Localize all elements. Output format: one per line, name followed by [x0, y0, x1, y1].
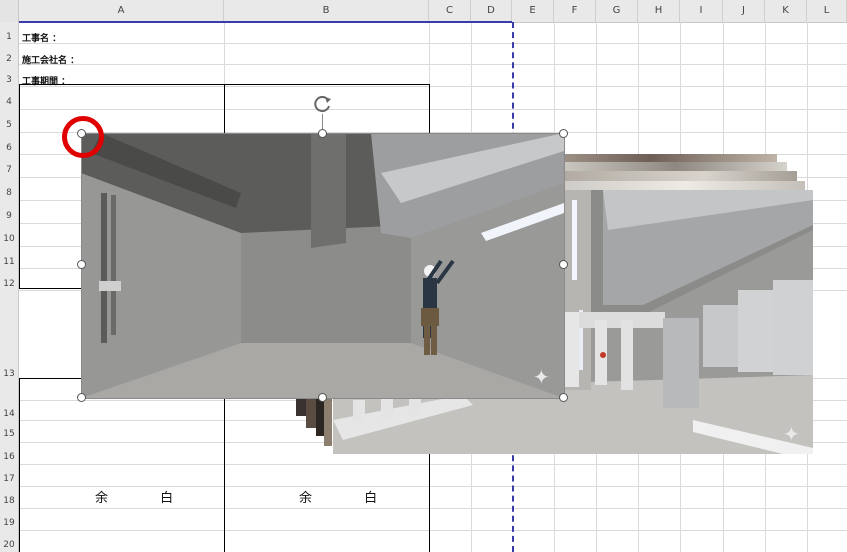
row-header-6[interactable]: 6 — [0, 143, 18, 153]
ai-sparkle-icon: ✦ — [783, 422, 800, 446]
row-header-5[interactable]: 5 — [0, 120, 18, 130]
column-header-f[interactable]: F — [554, 0, 596, 22]
row-header-15[interactable]: 15 — [0, 429, 18, 439]
project-name-label: 工事名 ： — [22, 34, 62, 44]
resize-handle-left[interactable] — [77, 260, 86, 269]
rotate-handle-icon[interactable] — [313, 94, 333, 118]
column-header-a[interactable]: A — [19, 0, 224, 22]
row-header-18[interactable]: 18 — [0, 496, 18, 506]
row-header-12[interactable]: 12 — [0, 279, 18, 289]
column-header-j[interactable]: J — [723, 0, 765, 22]
row-header-4[interactable]: 4 — [0, 97, 18, 107]
row-header: 1 2 3 4 5 6 7 8 9 10 11 12 13 14 15 16 1… — [0, 22, 19, 552]
row-header-2[interactable]: 2 — [0, 54, 18, 64]
blank-cell-right: 余 白 — [299, 491, 402, 506]
row-header-8[interactable]: 8 — [0, 188, 18, 198]
resize-handle-top[interactable] — [318, 129, 327, 138]
column-header-i[interactable]: I — [680, 0, 723, 22]
row-header-19[interactable]: 19 — [0, 518, 18, 528]
select-all-corner[interactable] — [0, 0, 19, 22]
column-header-b[interactable]: B — [224, 0, 429, 22]
stacked-photo-edge[interactable] — [565, 171, 797, 181]
column-header: A B C D E F G H I J K L — [0, 0, 847, 23]
row-header-17[interactable]: 17 — [0, 474, 18, 484]
column-header-l[interactable]: L — [807, 0, 847, 22]
photo-box-a-bottom — [19, 378, 225, 552]
row-header-14[interactable]: 14 — [0, 409, 18, 419]
row-header-3[interactable]: 3 — [0, 75, 18, 85]
stacked-photo-edge[interactable] — [296, 396, 306, 416]
row-header-13[interactable]: 13 — [0, 369, 18, 379]
column-header-c[interactable]: C — [429, 0, 471, 22]
stacked-photo-edge[interactable] — [306, 396, 316, 428]
resize-handle-top-right[interactable] — [559, 129, 568, 138]
selection-frame — [81, 133, 565, 399]
row-header-9[interactable]: 9 — [0, 211, 18, 221]
row-header-10[interactable]: 10 — [0, 234, 18, 244]
resize-handle-bottom[interactable] — [318, 393, 327, 402]
resize-handle-bottom-right[interactable] — [559, 393, 568, 402]
row-header-1[interactable]: 1 — [0, 32, 18, 42]
row-header-11[interactable]: 11 — [0, 257, 18, 267]
blank-cell-left: 余 白 — [95, 491, 198, 506]
stacked-photo-edge[interactable] — [565, 181, 805, 190]
stacked-photo-edge[interactable] — [324, 396, 332, 446]
row-header-7[interactable]: 7 — [0, 165, 18, 175]
stacked-photo-edge[interactable] — [565, 154, 777, 162]
print-area-top-border — [19, 21, 512, 23]
resize-handle-right[interactable] — [559, 260, 568, 269]
row-header-20[interactable]: 20 — [0, 540, 18, 550]
column-header-h[interactable]: H — [638, 0, 680, 22]
column-header-k[interactable]: K — [765, 0, 807, 22]
stacked-photo-edge[interactable] — [565, 162, 787, 171]
resize-handle-bottom-left[interactable] — [77, 393, 86, 402]
column-header-d[interactable]: D — [471, 0, 512, 22]
row-header-16[interactable]: 16 — [0, 452, 18, 462]
column-header-e[interactable]: E — [512, 0, 554, 22]
highlight-circle-annotation — [62, 116, 104, 158]
contractor-label: 施工会社名 ： — [22, 56, 80, 66]
stacked-photo-edge[interactable] — [316, 396, 324, 436]
column-header-g[interactable]: G — [596, 0, 638, 22]
